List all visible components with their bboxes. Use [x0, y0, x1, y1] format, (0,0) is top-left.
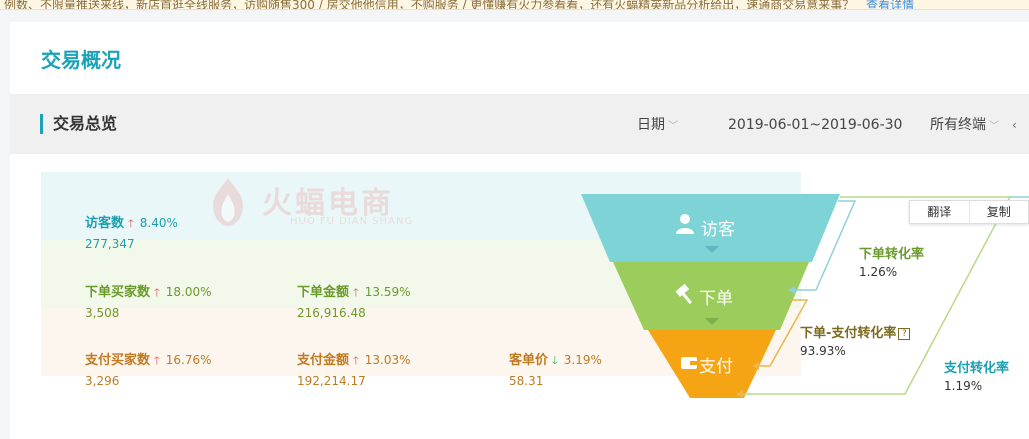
chevron-down-icon: ﹀ — [989, 121, 999, 132]
order-conversion-rate: 下单转化率 1.26% — [859, 243, 924, 279]
metric-value: 58.31 — [509, 374, 544, 388]
order-conversion-label: 下单转化率 — [859, 247, 925, 262]
metric-label: 支付金额 — [297, 353, 350, 368]
metric-change: 8.40% — [139, 216, 178, 230]
arrow-down-icon: 🡓 — [552, 354, 558, 367]
metric-change: 13.03% — [364, 353, 411, 367]
notice-text: 例数、不限量推送来线，新店首逛全线服务，访购随售300 / 房交他他信用，不购服… — [4, 0, 855, 10]
watermark-subtitle: HUO FU DIAN SHANG — [290, 216, 414, 227]
date-filter-label: 日期 — [637, 117, 665, 133]
translate-menu-item[interactable]: 翻译 — [910, 201, 970, 223]
metric-pay-buyers: 支付买家数 🡑 16.76% 3,296 — [85, 349, 212, 388]
metric-avg-order-price: 客单价 🡓 3.19% 58.31 — [509, 349, 602, 388]
metric-change: 3.19% — [563, 353, 602, 367]
arrow-up-icon: 🡑 — [154, 354, 160, 367]
arrow-up-icon: 🡑 — [128, 217, 134, 230]
section-header: 交易总览 日期 ﹀ 2019-06-01~2019-06-30 所有终端 ﹀ — [10, 94, 1029, 154]
arrow-up-icon: 🡑 — [353, 354, 359, 367]
metric-change: 18.00% — [165, 285, 212, 299]
terminal-filter-label: 所有终端 — [930, 117, 986, 133]
pay-conversion-label: 支付转化率 — [944, 361, 1010, 376]
date-range-value: 2019-06-01~2019-06-30 — [728, 117, 903, 133]
order-conversion-value: 1.26% — [859, 265, 898, 279]
arrow-up-icon: 🡑 — [154, 286, 160, 299]
order-to-pay-value: 93.93% — [800, 344, 846, 358]
arrow-up-icon: 🡑 — [353, 286, 359, 299]
metric-value: 216,916.48 — [297, 306, 366, 320]
metric-visitor-count: 访客数 🡑 8.40% 277,347 — [85, 212, 178, 251]
metric-value: 3,296 — [85, 374, 120, 388]
metric-label: 访客数 — [85, 216, 125, 231]
metric-order-buyers: 下单买家数 🡑 18.00% 3,508 — [85, 281, 212, 320]
terminal-filter-dropdown[interactable]: 所有终端 ﹀ — [930, 116, 999, 136]
chevron-left-icon[interactable]: ‹ — [1012, 118, 1020, 134]
chevron-down-icon: ﹀ — [668, 121, 678, 132]
metric-value: 192,214.17 — [297, 374, 366, 388]
date-filter-dropdown[interactable]: 日期 ﹀ — [637, 116, 678, 136]
pay-conversion-rate: 支付转化率 1.19% — [944, 357, 1009, 393]
order-to-pay-conversion-rate: 下单-支付转化率? 93.93% — [800, 322, 911, 358]
metric-order-amount: 下单金额 🡑 13.59% 216,916.48 — [297, 281, 411, 320]
metric-label: 下单买家数 — [85, 285, 151, 300]
pay-conversion-value: 1.19% — [944, 379, 983, 393]
metric-pay-amount: 支付金额 🡑 13.03% 192,214.17 — [297, 349, 411, 388]
metric-change: 16.76% — [165, 353, 212, 367]
metric-change: 13.59% — [364, 285, 411, 299]
page-title: 交易概况 — [41, 48, 121, 72]
date-range-picker[interactable]: 2019-06-01~2019-06-30 — [728, 116, 902, 134]
metric-label: 支付买家数 — [85, 353, 151, 368]
brand-watermark: 火蝠电商 HUO FU DIAN SHANG — [200, 174, 440, 234]
flame-logo-icon — [213, 178, 243, 226]
copy-menu-item[interactable]: 复制 — [970, 201, 1029, 223]
selection-context-menu: 翻译 复制 — [909, 200, 1029, 224]
notice-banner: 例数、不限量推送来线，新店首逛全线服务，访购随售300 / 房交他他信用，不购服… — [0, 0, 1029, 10]
help-icon[interactable]: ? — [898, 328, 911, 340]
notice-detail-link[interactable]: 查看详情 — [866, 0, 914, 9]
metric-value: 3,508 — [85, 306, 120, 320]
metric-value: 277,347 — [85, 237, 135, 251]
section-title: 交易总览 — [40, 114, 117, 134]
order-to-pay-label: 下单-支付转化率 — [800, 326, 897, 341]
metric-label: 下单金额 — [297, 285, 350, 300]
metric-label: 客单价 — [509, 353, 549, 368]
